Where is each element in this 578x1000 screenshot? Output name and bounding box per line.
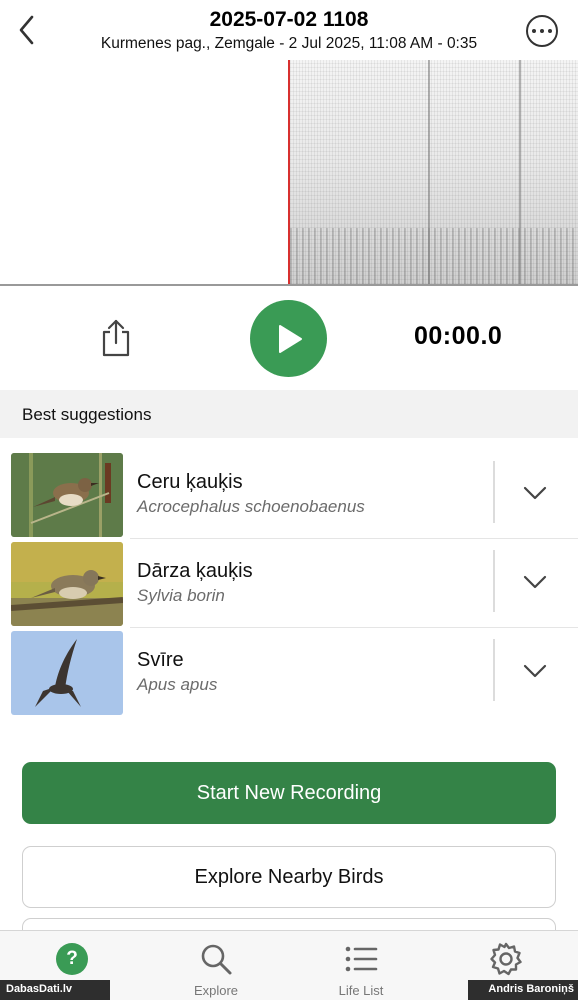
common-name: Ceru ķauķis xyxy=(137,471,243,493)
expand-button[interactable] xyxy=(510,473,560,513)
ellipsis-dot xyxy=(540,29,544,33)
tab-icon-wrap xyxy=(198,941,234,977)
start-new-recording-button[interactable]: Start New Recording xyxy=(22,762,556,824)
bird-thumbnail xyxy=(11,542,123,626)
spectrogram-line xyxy=(428,60,430,284)
more-options-button[interactable] xyxy=(526,15,558,47)
list-icon xyxy=(345,946,378,972)
tab-icon-wrap xyxy=(488,941,524,977)
play-button[interactable] xyxy=(250,300,327,377)
share-button[interactable] xyxy=(98,318,134,358)
tab-label: Explore xyxy=(193,983,239,998)
tab-icon-wrap: ? xyxy=(54,941,90,977)
help-icon: ? xyxy=(56,943,88,975)
expand-button[interactable] xyxy=(510,651,560,691)
player-controls: 00:00.0 xyxy=(0,286,578,390)
explore-nearby-birds-button[interactable]: Explore Nearby Birds xyxy=(22,846,556,908)
divider xyxy=(493,639,495,701)
scientific-name: Acrocephalus schoenobaenus xyxy=(137,497,365,516)
recording-title: 2025-07-02 1108 xyxy=(209,8,369,31)
gear-icon xyxy=(490,942,522,976)
playback-time: 00:00.0 xyxy=(414,322,503,350)
common-name: Svīre xyxy=(137,649,184,671)
row-divider xyxy=(130,538,578,539)
divider xyxy=(493,550,495,612)
section-title: Best suggestions xyxy=(22,405,152,424)
tab-explore[interactable]: Explore xyxy=(144,931,288,1000)
suggestion-row[interactable]: Dārza ķauķis Sylvia borin xyxy=(0,540,578,628)
playhead[interactable] xyxy=(288,60,290,284)
divider xyxy=(493,461,495,523)
chevron-down-icon xyxy=(523,664,547,678)
play-icon xyxy=(278,324,302,353)
section-header: Best suggestions xyxy=(0,390,578,438)
watermark-right: Andris Baroniņš xyxy=(468,980,578,1000)
common-name: Dārza ķauķis xyxy=(137,560,253,582)
bird-thumbnail xyxy=(11,453,123,537)
watermark-left: DabasDati.lv xyxy=(0,980,110,1000)
ellipsis-circle-icon xyxy=(532,29,536,33)
header: 2025-07-02 1108 Kurmenes pag., Zemgale -… xyxy=(0,0,578,60)
recording-subtitle: Kurmenes pag., Zemgale - 2 Jul 2025, 11:… xyxy=(100,35,478,52)
tab-icon-wrap xyxy=(343,941,379,977)
tab-label: Life List xyxy=(338,983,384,998)
spectrogram-band xyxy=(290,228,578,284)
suggestion-row[interactable]: Svīre Apus apus xyxy=(0,629,578,717)
bird-thumbnail xyxy=(11,631,123,715)
spectrogram[interactable] xyxy=(0,60,578,286)
scientific-name: Sylvia borin xyxy=(137,586,225,605)
spectrogram-line xyxy=(519,60,521,284)
suggestion-row[interactable]: Ceru ķauķis Acrocephalus schoenobaenus xyxy=(0,451,578,539)
expand-button[interactable] xyxy=(510,562,560,602)
chevron-down-icon xyxy=(523,486,547,500)
row-divider xyxy=(130,627,578,628)
share-icon xyxy=(102,319,130,357)
ellipsis-dot xyxy=(548,29,552,33)
scientific-name: Apus apus xyxy=(137,675,218,694)
search-icon xyxy=(201,944,232,975)
chevron-down-icon xyxy=(523,575,547,589)
tab-life-list[interactable]: Life List xyxy=(289,931,433,1000)
